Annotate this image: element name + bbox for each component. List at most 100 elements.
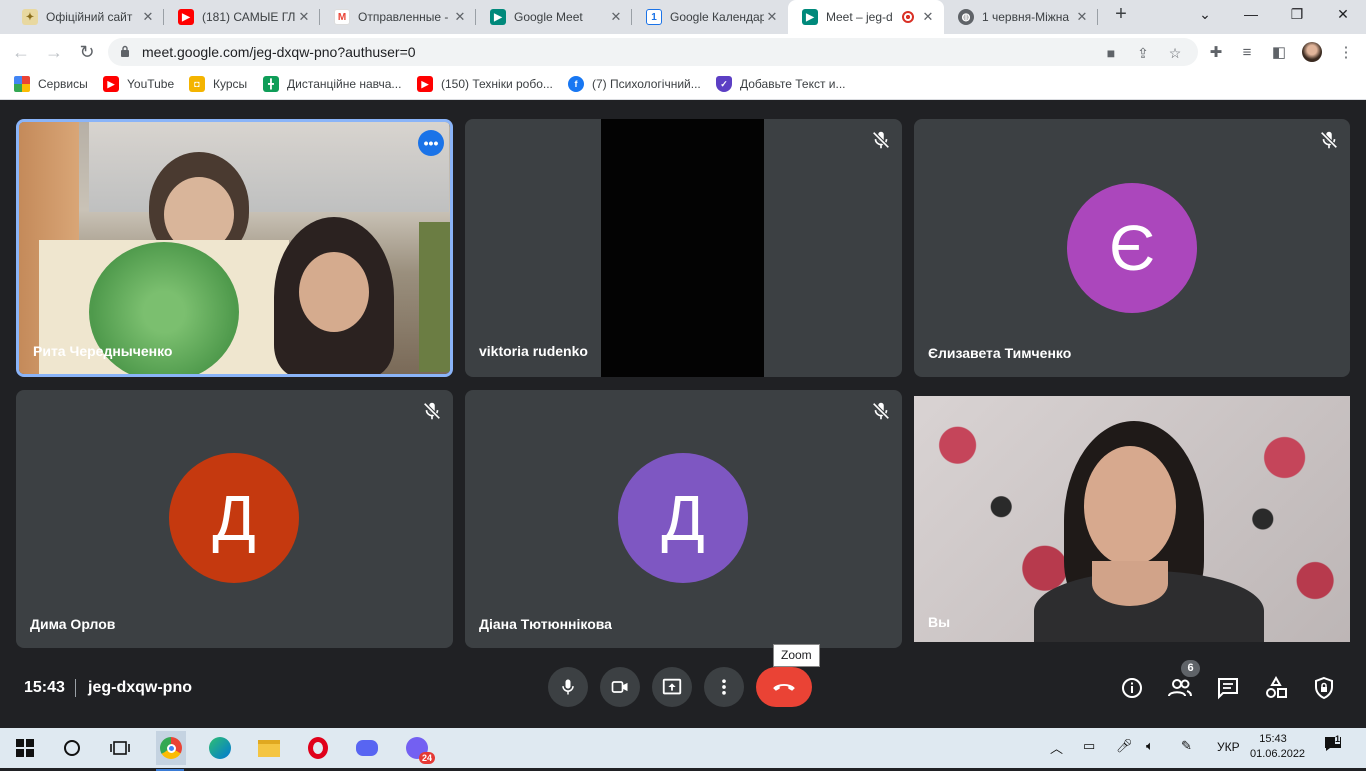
host-controls-button[interactable] <box>1311 675 1337 701</box>
participant-tile-yelyzaveta[interactable]: Є Єлизавета Тимченко <box>914 119 1350 377</box>
reload-button[interactable]: ↻ <box>76 41 98 63</box>
battery-icon[interactable]: ▭ <box>1083 738 1095 754</box>
show-hidden-icons[interactable]: ︿ <box>1050 738 1063 757</box>
address-bar[interactable]: meet.google.com/jeg-dxqw-pno?authuser=0 … <box>108 38 1198 66</box>
tab-title: (181) САМЫЕ ГЛ <box>202 10 296 24</box>
participant-video <box>601 119 764 377</box>
new-tab-button[interactable]: + <box>1108 3 1134 31</box>
notifications-icon[interactable]: 1 <box>1324 734 1342 755</box>
tooltip: Zoom <box>773 644 820 667</box>
extensions-icon[interactable]: ✚ <box>1207 44 1225 62</box>
bookmark-techniques[interactable]: ▶ (150) Техніки робо... <box>417 76 553 92</box>
windows-taskbar: 24 ︿ ▭ 🎤︎ 🔈︎ ✎ УКР 15:43 01.06.2022 1 <box>0 728 1366 771</box>
search-circle-icon <box>64 740 80 756</box>
language-indicator[interactable]: УКР <box>1217 740 1240 754</box>
participant-name: Діана Тютюннікова <box>479 616 612 632</box>
youtube-icon: ▶ <box>417 76 433 92</box>
tab-gmail[interactable]: M Отправленные - ✕ <box>320 0 476 34</box>
shield-lock-icon <box>1315 676 1333 700</box>
window-close-button[interactable]: ✕ <box>1328 6 1358 23</box>
tab-google-meet[interactable]: ▶ Google Meet ✕ <box>476 0 632 34</box>
bookmark-courses[interactable]: ◘ Курсы <box>189 76 247 92</box>
restore-button[interactable]: ❐ <box>1282 6 1312 23</box>
tab-june-1[interactable]: ◍ 1 червня-Міжна ✕ <box>944 0 1098 34</box>
microphone-button[interactable] <box>548 667 588 707</box>
people-button[interactable] <box>1167 675 1193 701</box>
bookmark-psychology[interactable]: f (7) Психологічний... <box>568 76 701 92</box>
task-view-button[interactable] <box>106 734 134 762</box>
search-button[interactable] <box>58 734 86 762</box>
taskbar-opera[interactable] <box>304 734 332 762</box>
bookmark-label: (150) Техніки робо... <box>441 77 553 91</box>
minimize-button[interactable]: — <box>1236 6 1266 22</box>
taskbar-chrome[interactable] <box>156 731 186 771</box>
bookmark-services[interactable]: Сервисы <box>14 76 88 92</box>
close-icon[interactable]: ✕ <box>140 9 156 25</box>
bookmark-label: (7) Психологічний... <box>592 77 701 91</box>
media-control-icon[interactable]: ≡ <box>1238 44 1256 62</box>
leave-call-button[interactable] <box>756 667 812 707</box>
taskbar-discord[interactable] <box>353 734 381 762</box>
more-options-button[interactable]: ••• <box>418 130 444 156</box>
activities-button[interactable] <box>1263 675 1289 701</box>
tab-official-site[interactable]: ✦ Офіційний сайт ✕ <box>8 0 164 34</box>
tab-youtube[interactable]: ▶ (181) САМЫЕ ГЛ ✕ <box>164 0 320 34</box>
system-clock[interactable]: 15:43 01.06.2022 <box>1250 732 1305 762</box>
participant-tile-viktoria[interactable]: viktoria rudenko <box>465 119 902 377</box>
profile-avatar[interactable] <box>1302 42 1322 62</box>
taskbar-viber[interactable]: 24 <box>403 734 435 764</box>
avatar: Д <box>618 453 748 583</box>
more-options-button[interactable] <box>704 667 744 707</box>
bookmark-distance-learning[interactable]: ╋ Дистанційне навча... <box>263 76 401 92</box>
present-screen-button[interactable] <box>652 667 692 707</box>
bookmark-label: Сервисы <box>38 77 88 91</box>
close-icon[interactable]: ✕ <box>764 9 780 25</box>
start-button[interactable] <box>11 734 39 762</box>
bookmark-youtube[interactable]: ▶ YouTube <box>103 76 174 92</box>
camera-in-use-icon[interactable]: ■ <box>1103 45 1119 61</box>
back-button[interactable]: ← <box>10 41 32 63</box>
close-icon[interactable]: ✕ <box>608 9 624 25</box>
side-panel-icon[interactable]: ◧ <box>1270 44 1288 62</box>
microphone-tray-icon[interactable]: 🎤︎ <box>1116 738 1133 754</box>
meet-icon: ▶ <box>802 9 818 25</box>
taskbar-edge[interactable] <box>206 734 234 762</box>
camera-button[interactable] <box>600 667 640 707</box>
tab-google-calendar[interactable]: 1 Google Календар ✕ <box>632 0 788 34</box>
bookmark-star-icon[interactable]: ☆ <box>1167 45 1183 61</box>
share-icon[interactable]: ⇪ <box>1135 45 1151 61</box>
meet-call-area: ••• Рита Чередныченко viktoria rudenko Є… <box>0 101 1366 728</box>
taskbar-file-explorer[interactable] <box>255 734 283 762</box>
pen-icon[interactable]: ✎ <box>1181 738 1192 754</box>
participant-tile-diana[interactable]: Д Діана Тютюннікова <box>465 390 902 648</box>
edge-icon <box>209 737 231 759</box>
volume-icon[interactable]: 🔈︎ <box>1146 738 1154 754</box>
bookmark-label: Курсы <box>213 77 248 91</box>
close-icon[interactable]: ✕ <box>296 9 312 25</box>
mic-off-icon <box>872 402 890 420</box>
participant-name: Єлизавета Тимченко <box>928 345 1072 361</box>
mic-off-icon <box>1320 131 1338 149</box>
bookmark-add-text[interactable]: ✓ Добавьте Текст и... <box>716 76 846 92</box>
school-icon: ✦ <box>22 9 38 25</box>
tab-search-icon[interactable]: ⌄ <box>1190 6 1220 23</box>
forward-button[interactable]: → <box>43 41 65 63</box>
meeting-time: 15:43 <box>24 679 65 696</box>
chat-button[interactable] <box>1215 675 1241 701</box>
meeting-code: jeg-dxqw-pno <box>88 679 192 696</box>
viber-badge: 24 <box>418 752 435 764</box>
meeting-details-button[interactable] <box>1119 675 1145 701</box>
participant-tile-dyma[interactable]: Д Дима Орлов <box>16 390 453 648</box>
tab-meet-active[interactable]: ▶ Meet – jeg-d ✕ <box>788 0 944 34</box>
participant-tile-rita[interactable]: ••• Рита Чередныченко <box>16 119 453 377</box>
bookmark-label: Дистанційне навча... <box>287 77 402 91</box>
close-icon[interactable]: ✕ <box>920 9 936 25</box>
url-text: meet.google.com/jeg-dxqw-pno?authuser=0 <box>142 44 416 60</box>
participant-tile-self[interactable]: Вы <box>914 396 1350 642</box>
close-icon[interactable]: ✕ <box>452 9 468 25</box>
close-icon[interactable]: ✕ <box>1074 9 1090 25</box>
microphone-icon <box>562 679 574 695</box>
menu-icon[interactable]: ⋮ <box>1337 44 1355 62</box>
tab-title: Google Meet <box>514 10 583 24</box>
mic-off-icon <box>423 402 441 420</box>
